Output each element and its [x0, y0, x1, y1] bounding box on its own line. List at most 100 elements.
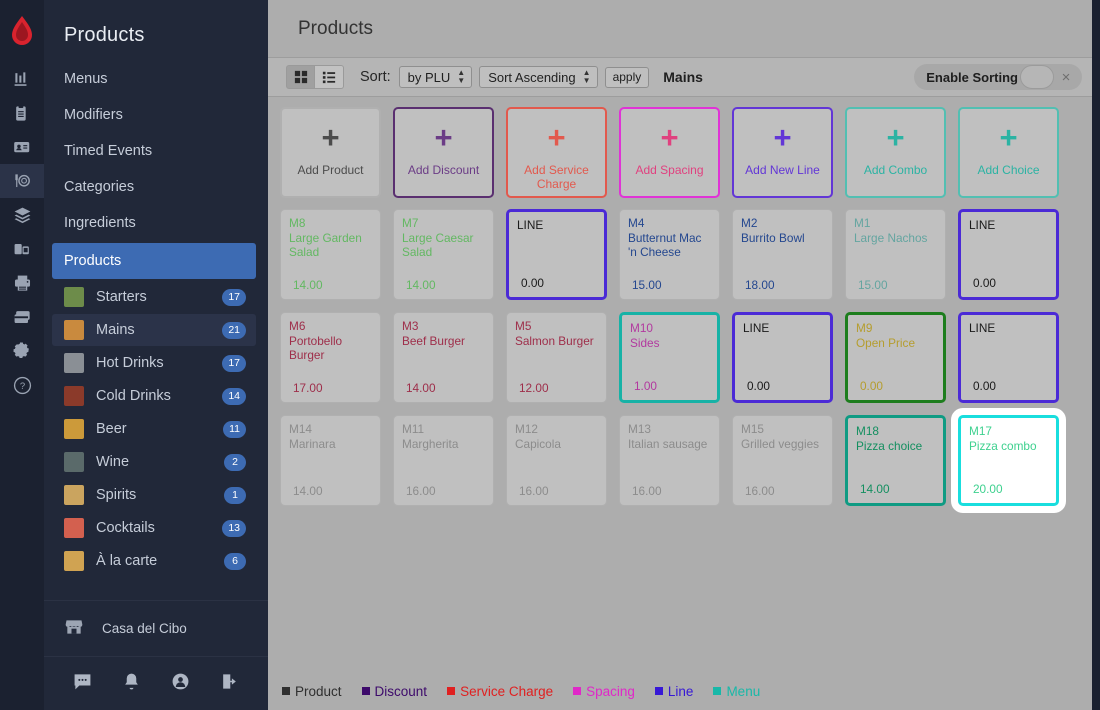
sidebar-category-beer[interactable]: Beer 11	[52, 413, 256, 445]
sidebar-category-hot-drinks[interactable]: Hot Drinks 17	[52, 347, 256, 379]
sidebar-category-mains[interactable]: Mains 21	[52, 314, 256, 346]
legend-label: Discount	[374, 683, 428, 699]
sort-order-select[interactable]: Sort Ascending ▲ ▼	[479, 66, 598, 88]
add-combo-button[interactable]: + Add Combo	[845, 107, 946, 198]
sidebar-item-categories[interactable]: Categories	[44, 169, 268, 205]
product-tile[interactable]: M9 Open Price 0.00	[845, 312, 946, 403]
add-spacing-button[interactable]: + Add Spacing	[619, 107, 720, 198]
sidebar-category-starters[interactable]: Starters 17	[52, 281, 256, 313]
product-grid: + Add Product + Add Discount + Add Service Ch…	[268, 97, 1092, 672]
add-discount-button[interactable]: + Add Discount	[393, 107, 494, 198]
notifications-bell-icon[interactable]	[122, 672, 141, 696]
product-tile[interactable]: M4 Butternut Mac 'n Cheese 15.00	[619, 209, 720, 300]
store-selector[interactable]: Casa del Cibo	[44, 600, 268, 656]
gear-icon[interactable]	[0, 334, 44, 368]
sidebar-item-products[interactable]: Products	[52, 243, 256, 279]
product-tile[interactable]: M1 Large Nachos 15.00	[845, 209, 946, 300]
legend-item-discount: Discount	[361, 683, 428, 699]
product-tile[interactable]: LINE 0.00	[958, 312, 1059, 403]
legend-swatch	[713, 687, 722, 695]
printer-icon[interactable]	[0, 266, 44, 300]
category-label: Spirits	[96, 487, 137, 503]
add-button-label: Add Service Charge	[524, 163, 589, 191]
apply-button[interactable]: apply	[604, 66, 650, 88]
tile-name: Margherita	[402, 436, 459, 451]
sidebar-category-spirits[interactable]: Spirits 1	[52, 479, 256, 511]
plus-icon: +	[773, 120, 792, 155]
product-tile[interactable]: M2 Burrito Bowl 18.00	[732, 209, 833, 300]
tile-plu: M8	[289, 216, 306, 230]
sidebar-category--la-carte[interactable]: À la carte 6	[52, 545, 256, 577]
devices-icon[interactable]	[0, 232, 44, 266]
legend-item-service-charge: Service Charge	[447, 684, 553, 699]
sidebar-item-menus[interactable]: Menus	[44, 61, 268, 97]
tile-price: 14.00	[293, 483, 323, 498]
tile-price: 16.00	[745, 483, 775, 498]
product-tile[interactable]: M11 Margherita 16.00	[393, 415, 494, 506]
product-tile[interactable]: M13 Italian sausage 16.00	[619, 415, 720, 506]
product-tile[interactable]: M8 Large Garden Salad 14.00	[280, 209, 381, 300]
help-icon[interactable]: ?	[0, 368, 44, 402]
add-new-line-button[interactable]: + Add New Line	[732, 107, 833, 198]
legend-swatch	[361, 687, 370, 695]
enable-sorting-toggle[interactable]	[1020, 65, 1054, 89]
menu-dish-icon[interactable]	[0, 164, 44, 198]
tile-name: Marinara	[289, 436, 336, 451]
category-label: Hot Drinks	[96, 355, 164, 371]
tile-price: 18.00	[745, 277, 775, 292]
product-tile[interactable]: M3 Beef Burger 14.00	[393, 312, 494, 403]
category-thumbnail	[64, 452, 84, 472]
product-tile[interactable]: M17 Pizza combo 20.00	[958, 415, 1059, 506]
product-tile[interactable]: M6 Portobello Burger 17.00	[280, 312, 381, 403]
tile-price: 12.00	[519, 380, 549, 395]
tile-plu: M3	[402, 319, 419, 333]
user-account-icon[interactable]	[171, 672, 190, 696]
tile-plu: LINE	[969, 321, 996, 335]
tile-plu: M1	[854, 216, 871, 230]
category-thumbnail	[64, 419, 84, 439]
product-tile[interactable]: LINE 0.00	[732, 312, 833, 403]
logout-icon[interactable]	[220, 672, 239, 696]
category-thumbnail	[64, 518, 84, 538]
close-icon[interactable]: ×	[1054, 65, 1078, 89]
product-tile[interactable]: M14 Marinara 14.00	[280, 415, 381, 506]
chevron-updown-icon: ▲ ▼	[457, 68, 466, 85]
messages-icon[interactable]	[73, 672, 92, 696]
main-panel: Products Sort: by PLU ▲ ▼ Sort Ascending …	[268, 0, 1100, 710]
product-tile[interactable]: M15 Grilled veggies 16.00	[732, 415, 833, 506]
plus-icon: +	[999, 120, 1018, 155]
tile-price: 14.00	[406, 277, 436, 292]
clipboard-icon[interactable]	[0, 96, 44, 130]
sidebar-category-wine[interactable]: Wine 2	[52, 446, 256, 478]
sidebar-scroll-area[interactable]: Menus Modifiers Timed Events Categories Ingr…	[44, 61, 268, 600]
add-service-charge-button[interactable]: + Add Service Charge	[506, 107, 607, 198]
plus-icon: +	[660, 120, 679, 155]
sidebar-item-timed-events[interactable]: Timed Events	[44, 133, 268, 169]
payment-card-icon[interactable]	[0, 300, 44, 334]
sidebar-item-ingredients[interactable]: Ingredients	[44, 205, 268, 241]
id-card-icon[interactable]	[0, 130, 44, 164]
product-tile[interactable]: LINE 0.00	[958, 209, 1059, 300]
product-tile[interactable]: M12 Capicola 16.00	[506, 415, 607, 506]
product-tile[interactable]: LINE 0.00	[506, 209, 607, 300]
add-choice-button[interactable]: + Add Choice	[958, 107, 1059, 198]
sort-field-select[interactable]: by PLU ▲ ▼	[398, 66, 473, 88]
current-category-label: Mains	[663, 69, 703, 85]
tile-name: Large Garden Salad	[289, 230, 362, 260]
add-buttons-row: + Add Product + Add Discount + Add Service Ch…	[280, 107, 1080, 198]
product-tile[interactable]: M7 Large Caesar Salad 14.00	[393, 209, 494, 300]
layers-icon[interactable]	[0, 198, 44, 232]
add-product-button[interactable]: + Add Product	[280, 107, 381, 198]
list-view-icon[interactable]	[315, 65, 344, 89]
grid-view-icon[interactable]	[286, 65, 315, 89]
sidebar-category-cocktails[interactable]: Cocktails 13	[52, 512, 256, 544]
sidebar-category-cold-drinks[interactable]: Cold Drinks 14	[52, 380, 256, 412]
reports-chart-icon[interactable]	[0, 62, 44, 96]
legend-item-line: Line	[654, 684, 693, 699]
sidebar-item-modifiers[interactable]: Modifiers	[44, 97, 268, 133]
product-tile[interactable]: M10 Sides 1.00	[619, 312, 720, 403]
legend-label: Menu	[726, 683, 761, 699]
product-tile[interactable]: M18 Pizza choice 14.00	[845, 415, 946, 506]
product-tile[interactable]: M5 Salmon Burger 12.00	[506, 312, 607, 403]
add-button-label: Add Product	[297, 163, 364, 177]
